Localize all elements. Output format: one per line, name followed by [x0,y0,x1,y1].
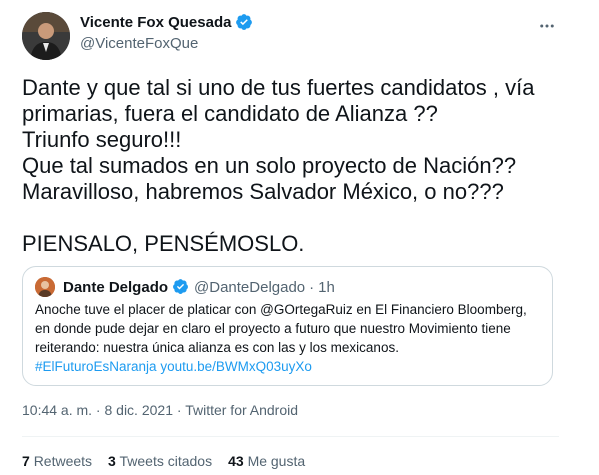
tweet-stats: 7 Retweets 3 Tweets citados 43 Me gusta [22,453,305,469]
hashtag-link[interactable]: #ElFuturoEsNaranja [35,359,157,374]
retweets-label: Retweets [33,453,93,469]
quoted-separator: · [309,278,315,296]
divider [22,436,559,437]
quoted-author-name: Dante Delgado [63,278,169,296]
more-options-icon[interactable] [535,14,559,38]
tweet-source: Twitter for Android [185,402,299,418]
retweets-stat[interactable]: 7 Retweets [22,453,92,469]
tweet-line: Triunfo seguro!!! [22,127,182,152]
tweet-datetime[interactable]: 10:44 a. m. · 8 dic. 2021 [22,402,173,418]
tweet-line: primarias, fuera el candidato de Alianza… [22,101,438,126]
quoted-tweet-header: Dante Delgado @DanteDelgado · 1h [35,277,335,297]
retweets-count: 7 [22,453,30,469]
url-link[interactable]: youtu.be/BWMxQ03uyXo [160,359,312,374]
tweet-text: Dante y que tal si uno de tus fuertes ca… [22,75,562,257]
quoted-author-avatar [35,277,55,297]
author-avatar[interactable] [22,12,70,60]
quoted-verified-badge-icon [172,278,190,296]
tweet-meta: 10:44 a. m. · 8 dic. 2021 · Twitter for … [22,402,298,418]
author-block: Vicente Fox Quesada @VicenteFoxQue [80,12,253,52]
meta-separator: · [176,402,182,418]
author-name[interactable]: Vicente Fox Quesada [80,14,231,31]
likes-count: 43 [228,453,244,469]
tweet-line: Que tal sumados en un solo proyecto de N… [22,153,517,178]
tweet-line: Dante y que tal si uno de tus fuertes ca… [22,75,535,100]
tweet-line: PIENSALO, PENSÉMOSLO. [22,231,305,256]
quote-tweets-stat[interactable]: 3 Tweets citados [108,453,212,469]
likes-stat[interactable]: 43 Me gusta [228,453,305,469]
likes-label: Me gusta [247,453,306,469]
quoted-author-handle: @DanteDelgado [194,278,306,296]
avatar-image [22,12,70,60]
quoted-tweet-text: Anoche tuve el placer de platicar con @G… [35,300,545,376]
quoted-line-links: #ElFuturoEsNaranja youtu.be/BWMxQ03uyXo [35,357,545,376]
quote-tweets-count: 3 [108,453,116,469]
quoted-line: en donde pude dejar en claro el proyecto… [35,321,511,336]
author-handle[interactable]: @VicenteFoxQue [80,35,253,52]
quoted-line: Anoche tuve el placer de platicar con @G… [35,302,527,317]
verified-badge-icon [235,13,253,31]
quoted-line: reiterando: nuestra única alianza es con… [35,340,399,355]
quoted-tweet[interactable]: Dante Delgado @DanteDelgado · 1h Anoche … [22,266,553,386]
quote-tweets-label: Tweets citados [119,453,213,469]
quoted-timestamp: 1h [318,278,335,296]
tweet-card: Vicente Fox Quesada @VicenteFoxQue Dante… [0,0,599,475]
tweet-line: Maravilloso, habremos Salvador México, o… [22,179,504,204]
